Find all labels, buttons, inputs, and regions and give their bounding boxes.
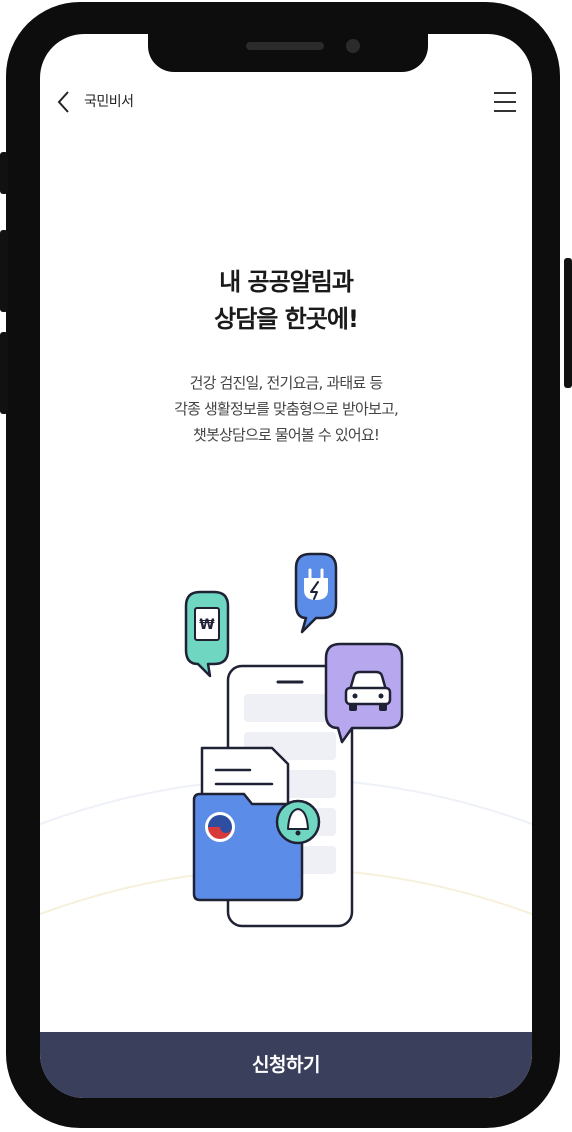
headline: 내 공공알림과 상담을 한곳에! [40, 264, 532, 338]
phone-notch [148, 28, 428, 72]
headline-line: 내 공공알림과 [219, 268, 354, 296]
front-camera [346, 39, 360, 53]
phone-screen: 국민비서 내 공공알림과 상담을 한곳에! 건강 검진일, 전기요금, 과태료 … [40, 34, 532, 1098]
car-icon [344, 670, 392, 711]
phone-side-button [564, 258, 572, 388]
description-line: 건강 검진일, 전기요금, 과태료 등 [189, 374, 384, 392]
chevron-left-icon[interactable] [54, 88, 74, 116]
apply-button[interactable]: 신청하기 [40, 1032, 532, 1098]
page-title: 국민비서 [84, 94, 134, 110]
government-emblem-icon [205, 812, 235, 842]
description-line: 각종 생활정보를 맞춤형으로 받아보고, [174, 400, 399, 418]
won-bill-bubble: ₩ [184, 590, 230, 678]
phone-side-button [0, 230, 8, 312]
description-line: 챗봇상담으로 물어볼 수 있어요! [192, 426, 380, 444]
bell-icon [275, 799, 321, 845]
car-bubble [324, 642, 404, 744]
phone-side-button [0, 152, 8, 194]
top-bar: 국민비서 [40, 86, 532, 118]
won-bill-icon: ₩ [194, 607, 220, 641]
hamburger-menu-icon[interactable] [492, 88, 518, 116]
description: 건강 검진일, 전기요금, 과태료 등 각종 생활정보를 맞춤형으로 받아보고,… [40, 370, 532, 448]
won-symbol: ₩ [199, 617, 215, 633]
headline-line: 상담을 한곳에! [214, 305, 359, 333]
feature-illustration: ₩ [40, 552, 532, 928]
phone-side-button [0, 332, 8, 414]
electric-bubble [294, 552, 338, 634]
speaker-grille [246, 42, 324, 50]
